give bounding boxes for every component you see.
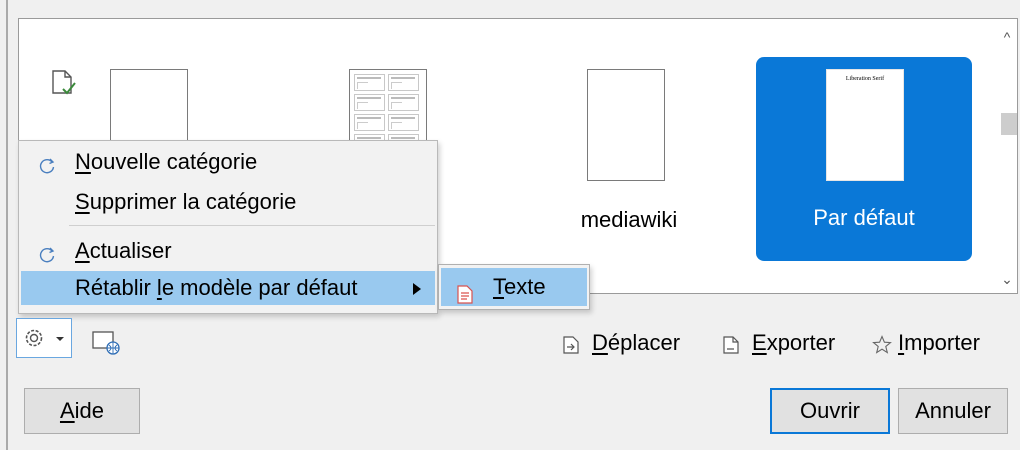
context-menu: Nouvelle catégorie Supprimer la catégori… bbox=[18, 140, 438, 314]
scroll-thumb[interactable] bbox=[1001, 113, 1017, 135]
export-button[interactable]: Exporter bbox=[722, 328, 854, 358]
action-label: mporter bbox=[904, 330, 980, 355]
menu-item-reset-default-template[interactable]: Rétablir le modèle par défaut bbox=[21, 271, 435, 305]
refresh-icon bbox=[37, 241, 57, 263]
star-icon bbox=[872, 333, 892, 354]
writer-doc-icon bbox=[457, 278, 473, 304]
template-label: mediawiki bbox=[580, 207, 678, 232]
gear-icon bbox=[23, 327, 45, 349]
cancel-button[interactable]: Annuler bbox=[898, 388, 1008, 434]
template-tile-mediawiki[interactable]: mediawiki bbox=[559, 59, 699, 269]
button-label: ide bbox=[74, 398, 105, 423]
export-icon bbox=[722, 333, 740, 354]
vertical-scrollbar[interactable]: ^ ⌄ bbox=[997, 19, 1017, 293]
menu-label: e modèle par défaut bbox=[161, 275, 358, 300]
document-check-icon bbox=[51, 69, 77, 102]
submenu-item-text[interactable]: Texte bbox=[441, 268, 587, 306]
action-label-mnemonic: E bbox=[752, 330, 767, 355]
chevron-down-icon bbox=[56, 337, 64, 341]
refresh-icon bbox=[37, 152, 57, 174]
button-label: Annuler bbox=[915, 398, 991, 423]
menu-label-mnemonic: N bbox=[75, 149, 91, 174]
menu-item-new-category[interactable]: Nouvelle catégorie bbox=[19, 145, 437, 179]
menu-label-mnemonic: A bbox=[75, 238, 90, 263]
button-label: Ouvrir bbox=[800, 398, 860, 423]
dialog-border bbox=[6, 0, 8, 450]
menu-item-refresh[interactable]: Actualiser bbox=[19, 234, 437, 268]
scroll-down-icon[interactable]: ⌄ bbox=[997, 269, 1017, 289]
template-label: Par défaut bbox=[813, 205, 915, 230]
menu-label: ouvelle catégorie bbox=[90, 149, 258, 174]
action-label: éplacer bbox=[607, 330, 681, 355]
button-label-mnemonic: A bbox=[59, 398, 75, 423]
menu-label: Rétablir bbox=[75, 275, 157, 300]
template-tile-default[interactable]: Liberation Serif Par défaut bbox=[756, 57, 972, 261]
submenu-arrow-icon bbox=[413, 283, 421, 295]
submenu: Texte bbox=[438, 264, 590, 310]
help-button[interactable]: Aide bbox=[24, 388, 140, 434]
template-thumbnail: Liberation Serif bbox=[826, 69, 904, 181]
scroll-up-icon[interactable]: ^ bbox=[997, 27, 1017, 47]
thumbnail-title: Liberation Serif bbox=[845, 76, 885, 82]
menu-label: upprimer la catégorie bbox=[89, 189, 297, 214]
menu-label: exte bbox=[504, 274, 546, 299]
template-thumbnail bbox=[587, 69, 665, 181]
menu-label-mnemonic: T bbox=[493, 274, 504, 299]
menu-label-mnemonic: S bbox=[75, 189, 90, 214]
action-label: xporter bbox=[766, 330, 836, 355]
move-icon bbox=[562, 333, 580, 354]
menu-label: ctualiser bbox=[89, 238, 172, 263]
settings-menu-button[interactable] bbox=[16, 318, 72, 358]
action-label-mnemonic: D bbox=[592, 330, 608, 355]
menu-separator bbox=[69, 225, 435, 226]
move-button[interactable]: Déplacer bbox=[562, 328, 696, 358]
template-repository-button[interactable] bbox=[92, 330, 122, 356]
open-button[interactable]: Ouvrir bbox=[770, 388, 890, 434]
import-button[interactable]: Importer bbox=[872, 328, 1012, 358]
menu-item-delete-category[interactable]: Supprimer la catégorie bbox=[19, 185, 437, 219]
